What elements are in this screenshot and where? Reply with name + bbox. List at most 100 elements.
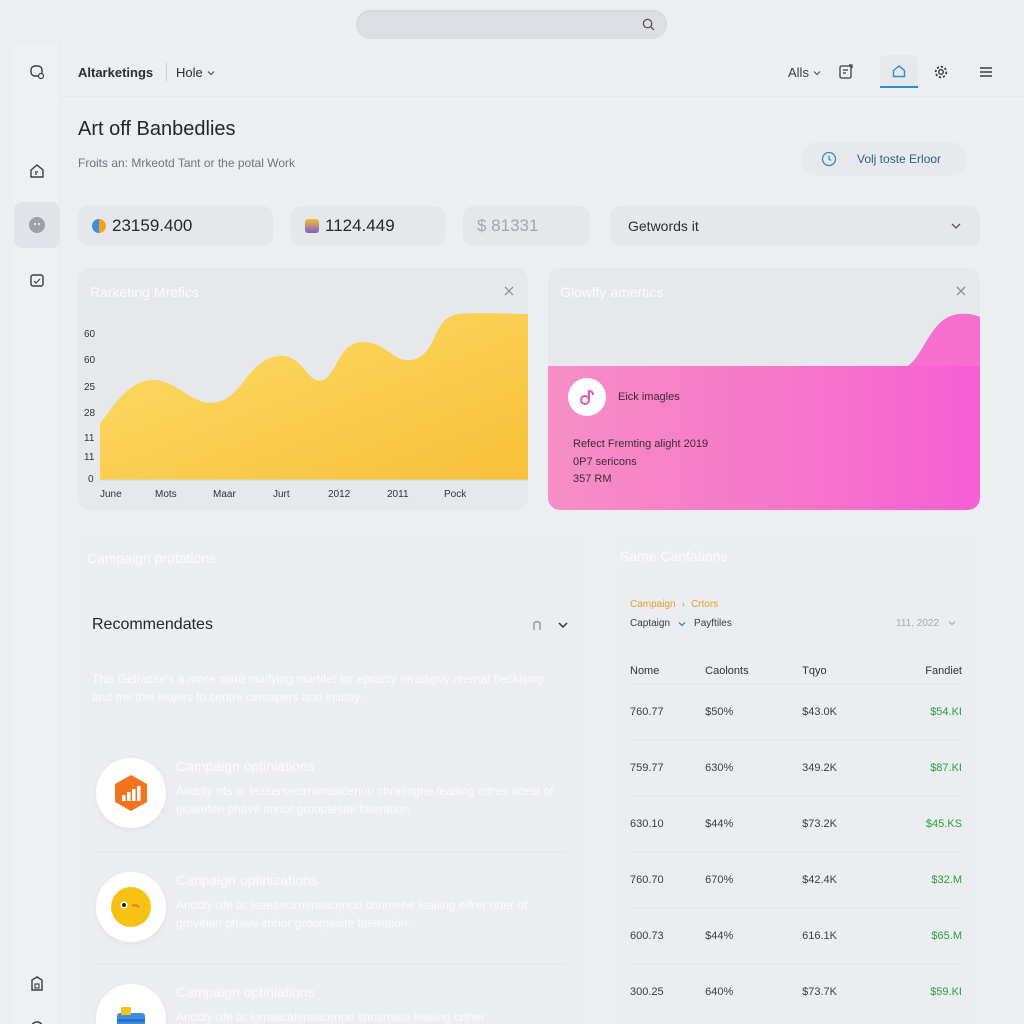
breadcrumb-separator [166, 63, 167, 81]
table-cell: $43.0K [802, 683, 880, 740]
y-tick: 60 [84, 355, 96, 366]
column-header[interactable]: Fandiet [880, 658, 962, 684]
y-tick: 0 [88, 474, 94, 485]
settings-button[interactable] [930, 61, 952, 83]
column-header[interactable]: Caolonts [705, 658, 802, 684]
x-tick: Mots [155, 489, 177, 500]
panel-line: 357 RM [573, 473, 612, 485]
menu-button[interactable] [975, 61, 997, 83]
home-icon [892, 65, 906, 78]
date-value: 111, 2022 [896, 618, 940, 629]
table-cell: $32.M [880, 851, 962, 908]
option-title: Campaign optiniations [176, 758, 315, 774]
table-row[interactable]: 760.77 $50% $43.0K $54.KI [630, 683, 962, 740]
table-cell: 759.77 [630, 739, 706, 796]
pin-icon[interactable] [530, 618, 544, 632]
card-title: Glowffy amertics [560, 284, 664, 300]
user-icon [305, 219, 319, 233]
chevron-down-icon [948, 621, 956, 626]
filter-all-dropdown[interactable]: Alls [788, 65, 821, 80]
metric-select[interactable]: Getwords it [610, 206, 980, 246]
table-cell: $65.M [880, 907, 962, 964]
campaign-option[interactable]: Canpaign optinizations Anddiy ofe ar lea… [96, 872, 576, 962]
sidebar-item-inbox[interactable] [14, 257, 60, 303]
table-cell: $73.7K [802, 963, 880, 1020]
date-select[interactable]: 111, 2022 [896, 618, 957, 629]
y-tick: 25 [84, 382, 96, 393]
chevron-down-icon [207, 70, 215, 75]
table-cell: $45.KS [880, 795, 962, 852]
recommendations-title: Recommendates [92, 616, 213, 633]
sidebar-item-profile[interactable] [14, 202, 60, 248]
chat-icon [30, 65, 45, 80]
global-search-bar[interactable] [356, 10, 667, 39]
table-cell: 600.73 [630, 907, 706, 964]
recommendations-description: This Gelracse's a more niard maifying ma… [92, 672, 544, 704]
x-tick: 2012 [328, 489, 351, 500]
y-tick: 60 [84, 329, 96, 340]
option-description: Anddiy ofs ar leasersecirnimaliicenou ch… [176, 784, 554, 816]
primary-action-button[interactable]: Volj toste Erloor [801, 142, 967, 176]
table-row[interactable]: 630.10 $44% $73.2K $45.KS [630, 795, 962, 852]
recommendations-controls [530, 618, 570, 632]
campaign-option[interactable]: Campaign optiniations Anddiy ofe ar loma… [96, 984, 576, 1024]
primary-action-label: Volj toste Erloor [857, 152, 942, 166]
x-tick: Jurt [273, 489, 290, 500]
column-header[interactable]: Tqyo [802, 658, 880, 684]
breadcrumb-item[interactable]: Crtors [691, 599, 718, 610]
growth-highlight-panel: Eick imagles Refect Fremting alight 2019… [548, 366, 980, 510]
music-icon [568, 378, 606, 416]
stat-card-3: $ 81331 [463, 206, 590, 246]
gear-icon [934, 65, 948, 79]
chevron-down-icon[interactable] [556, 618, 570, 632]
notes-icon [839, 64, 853, 79]
stat-card-2: 1124.449 [291, 206, 445, 246]
hamburger-menu-icon [980, 67, 992, 77]
notes-button[interactable] [835, 61, 857, 83]
sidebar-item-files[interactable] [14, 961, 60, 1007]
sidebar [14, 45, 60, 1024]
option-description: Anddiy ofe ar leaesecirnimalicenou chrim… [176, 898, 528, 930]
table-cell: $50% [705, 683, 803, 740]
table-cell: 760.70 [630, 851, 706, 908]
y-tick: 11 [84, 433, 95, 444]
table-cell: 616.1K [802, 907, 880, 964]
table-cell: 349.2K [802, 739, 880, 796]
top-header: Altarketings Hole Alls [61, 45, 1024, 97]
close-icon[interactable] [502, 284, 516, 298]
table-cell: 760.77 [630, 683, 706, 740]
x-axis-ticks: June Mots Maar Jurt 2012 2011 Pock [100, 489, 467, 500]
x-tick: June [100, 489, 122, 500]
breadcrumb-dropdown[interactable]: Hole [176, 65, 215, 80]
breadcrumb-item[interactable]: Campaign [630, 599, 676, 610]
table-row[interactable]: 760.70 670% $42.4K $32.M [630, 851, 962, 908]
stat-value: $ 81331 [477, 216, 539, 235]
table-cell: 630% [705, 739, 803, 796]
table-cell: 670% [705, 851, 803, 908]
tab-payfiles[interactable]: Payftiles [694, 618, 732, 629]
campaign-option[interactable]: Campaign optiniations Anddiy ofs ar leas… [96, 758, 576, 848]
sidebar-item-help[interactable] [14, 1003, 60, 1024]
search-icon[interactable] [642, 18, 655, 31]
column-header[interactable]: Nome [630, 658, 705, 684]
chevron-down-icon[interactable] [678, 620, 686, 628]
tab-campaign[interactable]: Captaign [630, 618, 670, 629]
marketing-metrics-card: 60 60 25 28 11 11 0 June Mots Maar Jurt … [78, 268, 528, 510]
table-row[interactable]: 600.73 $44% 616.1K $65.M [630, 907, 962, 964]
sidebar-item-home[interactable] [14, 148, 60, 194]
home-tab-button[interactable] [880, 55, 918, 88]
page-title: Art off Banbedlies [78, 118, 236, 140]
table-cell: 300.25 [630, 963, 706, 1020]
divider [96, 852, 566, 853]
stat-value: 23159.400 [112, 216, 193, 235]
sidebar-item-chat[interactable] [14, 49, 60, 95]
x-tick: 2011 [387, 489, 409, 500]
x-tick: Pock [444, 489, 467, 500]
x-tick: Maar [213, 489, 236, 500]
table-row[interactable]: 759.77 630% 349.2K $87.KI [630, 739, 962, 796]
sales-table: Nome Caolonts Tqyo Fandiet 760.77 $50% $43… [630, 658, 962, 1020]
table-header-row: Nome Caolonts Tqyo Fandiet [630, 658, 962, 684]
table-cell: 630.10 [630, 795, 706, 852]
close-icon[interactable] [954, 284, 968, 298]
table-row[interactable]: 300.25 640% $73.7K $59.KI [630, 963, 962, 1020]
